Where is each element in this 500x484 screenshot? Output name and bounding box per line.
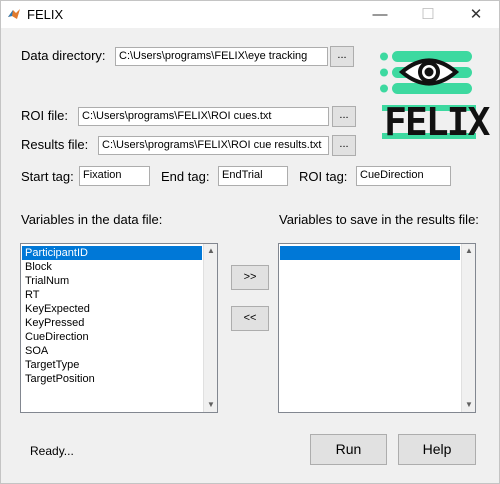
variable-list-item[interactable]: RT: [22, 288, 202, 302]
results-file-field[interactable]: C:\Users\programs\FELIX\ROI cue results.…: [98, 136, 329, 155]
scroll-up-icon[interactable]: ▲: [204, 244, 217, 258]
status-text: Ready...: [30, 444, 74, 458]
data-directory-browse-button[interactable]: ...: [330, 46, 354, 67]
variable-list-item[interactable]: KeyPressed: [22, 316, 202, 330]
start-tag-field[interactable]: Fixation: [79, 166, 150, 186]
variables-list-items: ParticipantID Block TrialNum RT KeyExpected K…: [22, 246, 202, 386]
data-directory-field[interactable]: C:\Users\programs\FELIX\eye tracking: [115, 47, 328, 66]
remove-variable-button[interactable]: <<: [231, 306, 269, 331]
window-title: FELIX: [27, 7, 64, 22]
scroll-down-icon[interactable]: ▼: [204, 398, 217, 412]
roi-file-browse-button[interactable]: ...: [332, 106, 356, 127]
variables-scrollbar[interactable]: ▲ ▼: [203, 244, 217, 412]
variable-list-item[interactable]: TrialNum: [22, 274, 202, 288]
end-tag-field[interactable]: EndTrial: [218, 166, 288, 186]
end-tag-label: End tag:: [161, 169, 210, 184]
roi-tag-label: ROI tag:: [299, 169, 348, 184]
variable-list-item[interactable]: KeyExpected: [22, 302, 202, 316]
variable-list-item[interactable]: CueDirection: [22, 330, 202, 344]
variable-list-item[interactable]: SOA: [22, 344, 202, 358]
minimize-button[interactable]: —: [357, 1, 403, 28]
maximize-button[interactable]: ☐: [405, 1, 451, 28]
save-list-selected-row[interactable]: [280, 246, 460, 260]
matlab-app-icon: [8, 9, 20, 19]
help-button[interactable]: Help: [398, 434, 476, 465]
logo-text: FELIX: [384, 100, 490, 144]
save-list-scrollbar[interactable]: ▲ ▼: [461, 244, 475, 412]
scroll-up-icon[interactable]: ▲: [462, 244, 475, 258]
save-list-label: Variables to save in the results file:: [279, 212, 479, 227]
variable-list-item[interactable]: TargetType: [22, 358, 202, 372]
variable-list-item[interactable]: Block: [22, 260, 202, 274]
variable-list-item[interactable]: TargetPosition: [22, 372, 202, 386]
roi-tag-field[interactable]: CueDirection: [356, 166, 451, 186]
logo-text-block: FELIX: [382, 99, 490, 145]
results-file-browse-button[interactable]: ...: [332, 135, 356, 156]
start-tag-label: Start tag:: [21, 169, 74, 184]
variables-listbox[interactable]: ParticipantID Block TrialNum RT KeyExpected K…: [20, 243, 218, 413]
close-button[interactable]: ✕: [453, 1, 499, 28]
variable-list-item[interactable]: ParticipantID: [22, 246, 202, 260]
roi-file-field[interactable]: C:\Users\programs\FELIX\ROI cues.txt: [78, 107, 329, 126]
eye-logo-icon: [380, 51, 472, 94]
title-bar: FELIX — ☐ ✕: [1, 1, 499, 28]
roi-file-label: ROI file:: [21, 108, 68, 123]
variables-list-label: Variables in the data file:: [21, 212, 163, 227]
data-directory-label: Data directory:: [21, 48, 106, 63]
scroll-down-icon[interactable]: ▼: [462, 398, 475, 412]
felix-logo: FELIX: [380, 45, 490, 145]
add-variable-button[interactable]: >>: [231, 265, 269, 290]
save-variables-listbox[interactable]: ▲ ▼: [278, 243, 476, 413]
results-file-label: Results file:: [21, 137, 89, 152]
run-button[interactable]: Run: [310, 434, 387, 465]
